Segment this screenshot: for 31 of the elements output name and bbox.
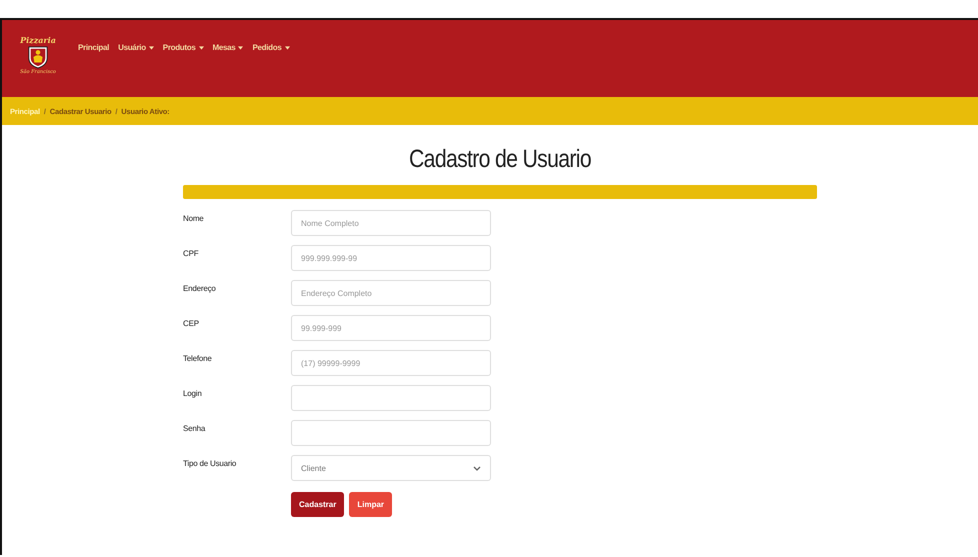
field-label: Tipo de Usuario (183, 458, 238, 468)
nav-menu-item[interactable]: Principal (78, 43, 110, 52)
select-field[interactable]: Cliente (291, 455, 491, 481)
input-field[interactable]: (17) 99999-9999 (291, 350, 491, 376)
nav-menu-item[interactable]: Produtos (162, 43, 204, 52)
clear-button[interactable]: Limpar (349, 492, 392, 517)
caret-icon (284, 46, 290, 50)
caret-icon (238, 46, 244, 50)
input-field[interactable]: 99.999-999 (291, 315, 491, 341)
input-field[interactable] (291, 385, 491, 411)
input-field[interactable]: Endereço Completo (291, 280, 491, 306)
nav-menu-item[interactable]: Mesas (212, 43, 244, 52)
field-label: CEP (183, 318, 200, 328)
nav-menu-item[interactable]: Pedidos (252, 43, 290, 52)
chevron-icon (473, 466, 481, 470)
field-label: CPF (183, 248, 200, 258)
submit-button[interactable]: Cadastrar (291, 492, 344, 517)
field-label: Telefone (183, 353, 213, 363)
caret-icon (148, 46, 154, 50)
shield-icon (27, 44, 49, 68)
logo-title: Pizzaria (20, 34, 56, 44)
caret-icon (198, 46, 204, 50)
password-field[interactable] (291, 420, 491, 446)
field-label: Login (183, 388, 203, 398)
field-label: Senha (183, 423, 206, 433)
nav-menu-item[interactable]: Usuário (118, 43, 154, 52)
input-field[interactable]: 999.999.999-99 (291, 245, 491, 271)
field-label: Endereço (183, 283, 217, 293)
page-title: Cadastro de Usuario (408, 145, 592, 174)
input-field[interactable]: Nome Completo (291, 210, 491, 236)
field-label: Nome (183, 213, 205, 223)
